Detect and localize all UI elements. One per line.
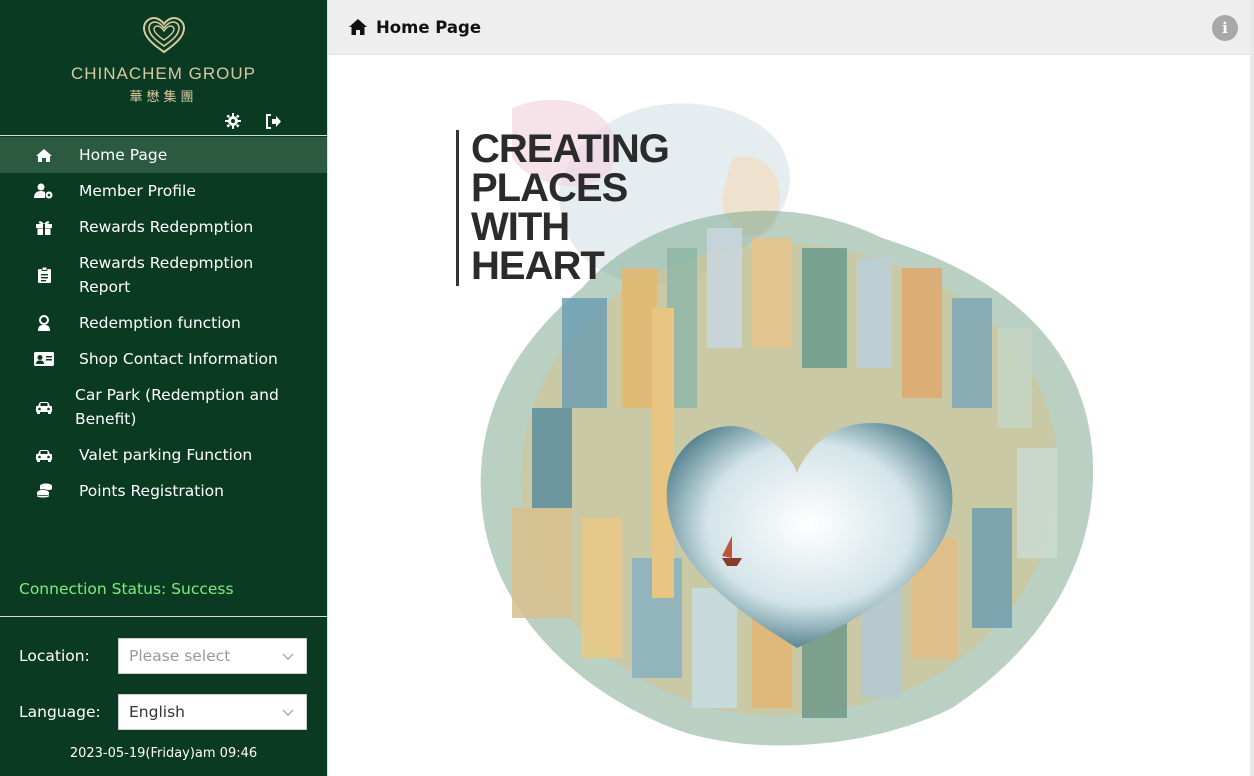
page-title: Home Page [376,17,482,37]
home-icon [33,146,55,164]
sidebar-item-label: Home Page [79,146,168,164]
location-select-value: Please select [129,647,231,665]
car-icon [33,446,55,464]
language-label: Language: [19,703,101,721]
sidebar-item-label: Rewards Redepmption Report [79,254,254,296]
sidebar-item-rewards-report[interactable]: Rewards Redepmption Report [0,245,327,305]
sidebar-item-points-registration[interactable]: Points Registration [0,473,327,509]
coins-icon [33,482,55,500]
clipboard-icon [33,266,55,284]
home-icon [349,19,367,35]
language-select-value: English [129,703,185,721]
id-card-icon [33,350,55,368]
brand-name-en: CHINACHEM GROUP [70,64,256,83]
banner-line: HEART [471,244,605,288]
sidebar-item-redemption-function[interactable]: Redemption function [0,305,327,341]
brand-logo: CHINACHEM GROUP 華懋集團 [0,16,327,105]
banner-title: CREATING PLACES WITH HEART [456,127,670,288]
sidebar-nav: Home Page Member Profile Rewards Redepmp… [0,137,327,509]
sidebar-item-label: Valet parking Function [79,446,253,464]
page-header: Home Page i [328,0,1254,55]
sidebar-item-member-profile[interactable]: Member Profile [0,173,327,209]
sidebar-item-label: Member Profile [79,182,196,200]
chevron-down-icon [282,709,294,716]
current-datetime: 2023-05-19(Friday)am 09:46 [69,746,258,761]
sidebar-item-label: Car Park (Redemption and Benefit) [75,386,279,428]
banner-line: WITH [471,205,570,249]
sidebar-toolbar [224,112,282,130]
sidebar-item-label: Points Registration [79,482,224,500]
car-icon [33,398,55,416]
sidebar-divider-bottom [0,616,327,617]
banner-line: PLACES [471,166,628,210]
connection-status: Connection Status: Success [19,580,234,598]
chevron-down-icon [282,653,294,660]
heart-logo-icon [142,16,185,54]
sidebar-item-car-park[interactable]: Car Park (Redemption and Benefit) [0,377,327,437]
sidebar-item-label: Rewards Redepmption [79,218,254,236]
sidebar-item-shop-contact[interactable]: Shop Contact Information [0,341,327,377]
location-label: Location: [19,647,90,665]
logout-icon[interactable] [264,112,282,130]
language-select[interactable]: English [118,694,307,730]
sidebar-item-home[interactable]: Home Page [0,137,327,173]
sidebar-item-label: Shop Contact Information [79,350,278,368]
main-content: Home Page i CREATING PLACES WITH HEART [327,0,1254,776]
info-icon[interactable]: i [1212,15,1238,41]
location-select[interactable]: Please select [118,638,307,674]
sidebar-item-rewards-redemption[interactable]: Rewards Redepmption [0,209,327,245]
scrollbar-track[interactable] [1250,0,1254,776]
banner-line: CREATING [471,127,670,171]
brand-name-zh: 華懋集團 [129,90,198,105]
sidebar-item-label: Redemption function [79,314,241,332]
user-badge-icon [33,314,55,332]
sidebar: CHINACHEM GROUP 華懋集團 Home Page Member Pr… [0,0,327,776]
sidebar-divider-top [0,135,327,136]
sidebar-item-valet-parking[interactable]: Valet parking Function [0,437,327,473]
gear-icon[interactable] [224,112,242,130]
gift-icon [33,218,55,236]
user-cog-icon [33,182,55,200]
location-row: Location: Please select [19,638,307,674]
language-row: Language: English [19,694,307,730]
